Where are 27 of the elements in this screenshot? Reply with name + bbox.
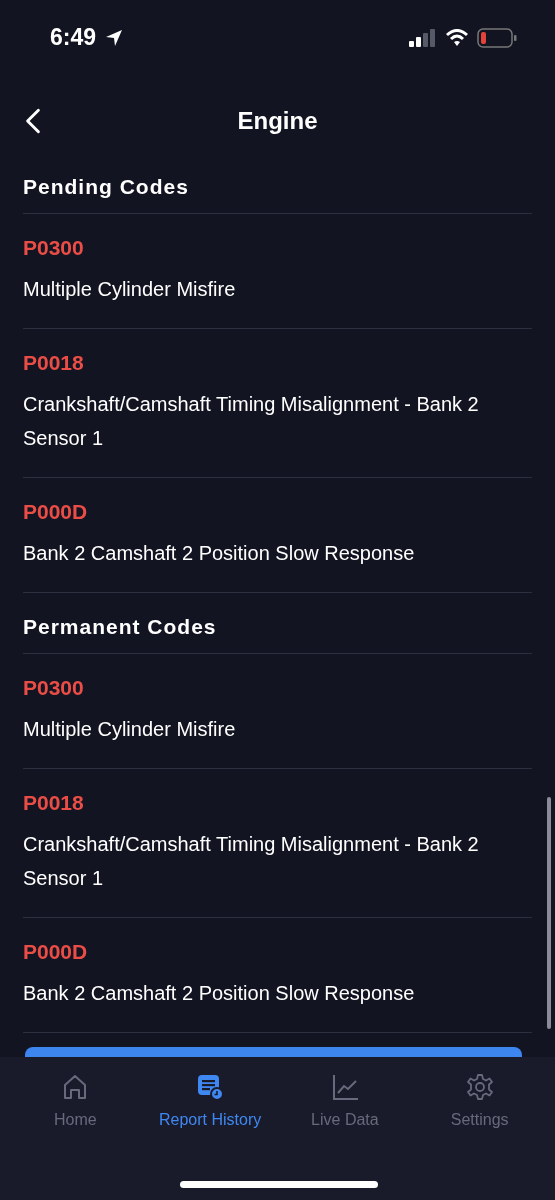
- tab-bar-item[interactable]: Home: [8, 1057, 143, 1200]
- tab-bar-item[interactable]: Live Data: [277, 1057, 413, 1200]
- section-heading: Permanent Codes: [23, 593, 532, 654]
- code-description: Multiple Cylinder Misfire: [23, 277, 237, 302]
- location-arrow-icon: [104, 27, 125, 48]
- trouble-code: P0018: [23, 351, 85, 375]
- tab-bar-item[interactable]: Report History: [142, 1057, 278, 1200]
- section-heading: Pending Codes: [23, 167, 532, 214]
- page-title: Engine: [237, 107, 318, 135]
- trouble-code: P000D: [23, 500, 89, 524]
- code-description: Bank 2 Camshaft 2 Position Slow Response: [23, 981, 416, 1006]
- settings-icon: [465, 1073, 494, 1101]
- trouble-code: P0300: [23, 676, 85, 700]
- code-description: Crankshaft/Camshaft Timing Misalignment - Bank 2 Sensor 1: [23, 392, 480, 451]
- signal-icon: [409, 28, 437, 47]
- report-clock-icon: [196, 1073, 225, 1101]
- trouble-code: P0300: [23, 236, 85, 260]
- battery-icon: [477, 27, 517, 48]
- line-chart-icon: [330, 1073, 359, 1101]
- code-description: Bank 2 Camshaft 2 Position Slow Response: [23, 541, 416, 566]
- code-description: Crankshaft/Camshaft Timing Misalignment - Bank 2 Sensor 1: [23, 832, 480, 891]
- trouble-code: P0018: [23, 791, 85, 815]
- tab-bar-item[interactable]: Settings: [412, 1057, 547, 1200]
- wifi-icon: [445, 28, 469, 47]
- trouble-code: P000D: [23, 940, 89, 964]
- code-description: Multiple Cylinder Misfire: [23, 717, 237, 742]
- status-time: 6:49: [50, 24, 97, 51]
